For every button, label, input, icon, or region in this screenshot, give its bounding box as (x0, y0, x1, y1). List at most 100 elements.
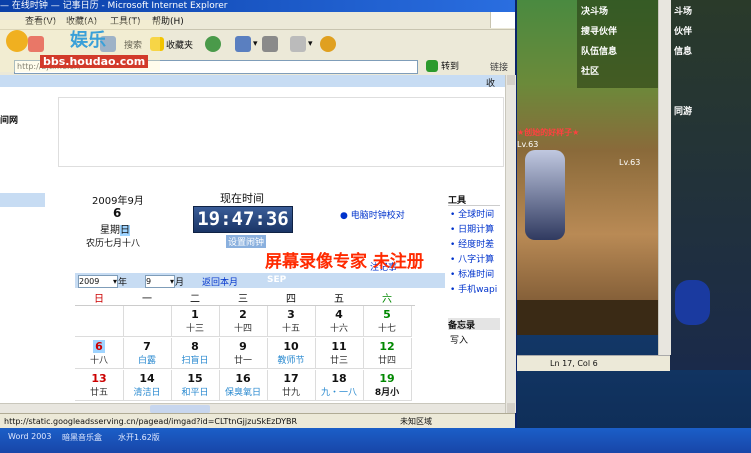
history-button[interactable] (205, 35, 221, 53)
tool-bazi[interactable]: • 八字计算 (450, 253, 494, 268)
orb-icon (675, 280, 710, 325)
weekday-sat: 六 (382, 294, 392, 305)
tool-standard-time[interactable]: • 标准时间 (450, 268, 494, 283)
taskbar-item-word[interactable]: Word 2003 (8, 432, 51, 441)
now-time-label: 现在时间 (220, 192, 264, 205)
ad-banner[interactable] (58, 97, 504, 167)
tools-list: • 全球时间 • 日期计算 • 经度时差 • 八字计算 • 标准时间 • 手机w… (450, 208, 505, 303)
ie-title-text: — 在线时钟 — 记事日历 - Microsoft Internet Explo… (0, 1, 228, 11)
tool-longitude[interactable]: • 经度时差 (450, 238, 494, 253)
game-window[interactable]: 决斗场 搜寻伙伴 队伍信息 社区 ★创始的好样子★ Lv.63 Lv.63 (515, 0, 670, 335)
memo-title: 备忘录 (448, 318, 500, 331)
calendar-day-cell (75, 306, 124, 337)
vertical-scrollbar[interactable] (505, 75, 516, 413)
calendar-day-number: 9 (239, 340, 247, 353)
calendar-day-number: 4 (335, 308, 343, 321)
notepad-scrollbar[interactable] (658, 0, 671, 355)
pc-clock-sync-link[interactable]: ● 电脑时钟校对 (340, 208, 405, 221)
calendar-day-cell[interactable]: 11 廿三 (315, 338, 364, 369)
weekday-sun: 日 (94, 294, 104, 305)
favorites-label: 收藏夹 (166, 40, 194, 51)
calendar-day-cell[interactable]: 2 十四 (219, 306, 268, 337)
calendar-day-cell[interactable]: 3 十五 (267, 306, 316, 337)
game-right-label-2: 伙伴 (674, 27, 693, 37)
back-to-month-link[interactable]: 返回本月 (202, 275, 238, 288)
calendar-day-cell[interactable]: 9 廿一 (219, 338, 268, 369)
date-line: 2009年9月 (92, 196, 144, 207)
month-value: 9 (146, 277, 152, 286)
game-menu-community[interactable]: 社区 (581, 62, 617, 82)
calendar-day-number: 2 (239, 308, 247, 321)
calendar-day-number: 14 (139, 372, 155, 385)
taskbar-item-music[interactable]: 暗黑音乐盒 (62, 432, 102, 443)
calendar-lunar-label: 清洁日 (133, 388, 161, 398)
ie-title-bar[interactable]: — 在线时钟 — 记事日历 - Microsoft Internet Explo… (0, 0, 515, 12)
calendar-day-number: 19 (379, 372, 395, 385)
calendar-day-cell[interactable]: 15 和平日 (171, 370, 220, 401)
month-abbrev: SEP (267, 275, 287, 285)
calendar-lunar-label: 廿一 (233, 356, 252, 366)
history-icon (205, 36, 221, 52)
calendar-day-cell[interactable]: 14 清洁日 (123, 370, 172, 401)
game-skillbar[interactable] (515, 300, 670, 335)
calendar-day-cell[interactable]: 1 十三 (171, 306, 220, 337)
calendar-day-cell[interactable]: 5 十七 (363, 306, 412, 337)
go-button[interactable]: 转到 (426, 59, 459, 72)
weekday-tue: 二 (190, 294, 200, 305)
edit-button[interactable]: ▾ (290, 35, 313, 53)
tool-world-time[interactable]: • 全球时间 (450, 208, 494, 223)
calendar-day-cell[interactable]: 4 十六 (315, 306, 364, 337)
set-alarm-link[interactable]: 设置闹钟 (226, 235, 267, 248)
calendar-day-cell[interactable]: 16 保臭氧日 (219, 370, 268, 401)
messenger-icon (320, 36, 336, 52)
calendar-day-cell[interactable]: 18 九・一八 (315, 370, 364, 401)
mail-icon (235, 36, 251, 52)
print-button[interactable] (262, 35, 278, 53)
calendar-lunar-label: 教师节 (277, 356, 305, 366)
calendar-day-cell[interactable]: 19 8月小 (363, 370, 412, 401)
logo-url: bbs.houdao.com (40, 55, 149, 68)
memo-write[interactable]: 写入 (450, 333, 468, 346)
game-menu-team[interactable]: 队伍信息 (581, 42, 617, 62)
calendar-day-number: 11 (331, 340, 347, 353)
game-character-sprite (525, 150, 565, 240)
taskbar-item-water[interactable]: 水开1.62版 (118, 432, 160, 443)
weekday-thu: 四 (286, 294, 296, 305)
calendar-day-cell[interactable]: 6 十八 (75, 338, 124, 369)
go-label: 转到 (441, 62, 460, 72)
mascot-icon (6, 30, 28, 52)
game-player-level-right: Lv.63 (619, 158, 641, 167)
month-select[interactable]: 9 ▾ (145, 275, 175, 288)
calendar-lunar-label: 廿五 (89, 388, 108, 398)
site-name-fragment: 间网 (0, 116, 19, 126)
calendar-day-number: 6 (93, 340, 105, 353)
calendar-day-cell[interactable]: 10 教师节 (267, 338, 316, 369)
horizontal-scroll-thumb[interactable] (150, 405, 210, 413)
calendar-day-cell[interactable]: 8 扫盲日 (171, 338, 220, 369)
recorder-watermark: 屏幕录像专家 未注册 (265, 252, 424, 272)
game-menu-partner[interactable]: 搜寻伙伴 (581, 22, 617, 42)
calendar-day-number: 12 (379, 340, 395, 353)
mail-button[interactable]: ▾ (235, 35, 258, 53)
calendar-day-cell[interactable]: 7 白露 (123, 338, 172, 369)
scroll-up-icon[interactable] (507, 75, 515, 85)
calendar-day-cell[interactable]: 13 廿五 (75, 370, 124, 401)
calendar-day-cell[interactable]: 17 廿九 (267, 370, 316, 401)
calendar-day-cell[interactable]: 12 廿四 (363, 338, 412, 369)
calendar-day-number: 15 (187, 372, 203, 385)
links-button[interactable]: 链接 (490, 60, 508, 73)
year-value: 2009 (79, 277, 100, 286)
calendar-control-bar (75, 273, 445, 288)
collect-link[interactable]: 收 (486, 76, 495, 89)
calendar-lunar-label: 8月小 (374, 388, 400, 398)
messenger-button[interactable] (320, 35, 336, 53)
tool-date-calc[interactable]: • 日期计算 (450, 223, 494, 238)
game-menu-duel[interactable]: 决斗场 (581, 2, 617, 22)
game-right-label-4: 同游 (674, 107, 693, 117)
year-select[interactable]: 2009 ▾ (78, 275, 118, 288)
ie-status-bar: http://static.googleadsserving.cn/pagead… (0, 413, 515, 429)
tool-wap[interactable]: • 手机wapi (450, 283, 497, 298)
scroll-down-icon[interactable] (507, 403, 515, 413)
calendar-grid: 1 十三 2 十四 3 十五 4 十六 5 十七 6 十八 7 白露 8 扫盲日 9 廿一 10 教师节 11 廿三 12 廿… (75, 306, 415, 403)
calendar-day-number: 7 (143, 340, 151, 353)
